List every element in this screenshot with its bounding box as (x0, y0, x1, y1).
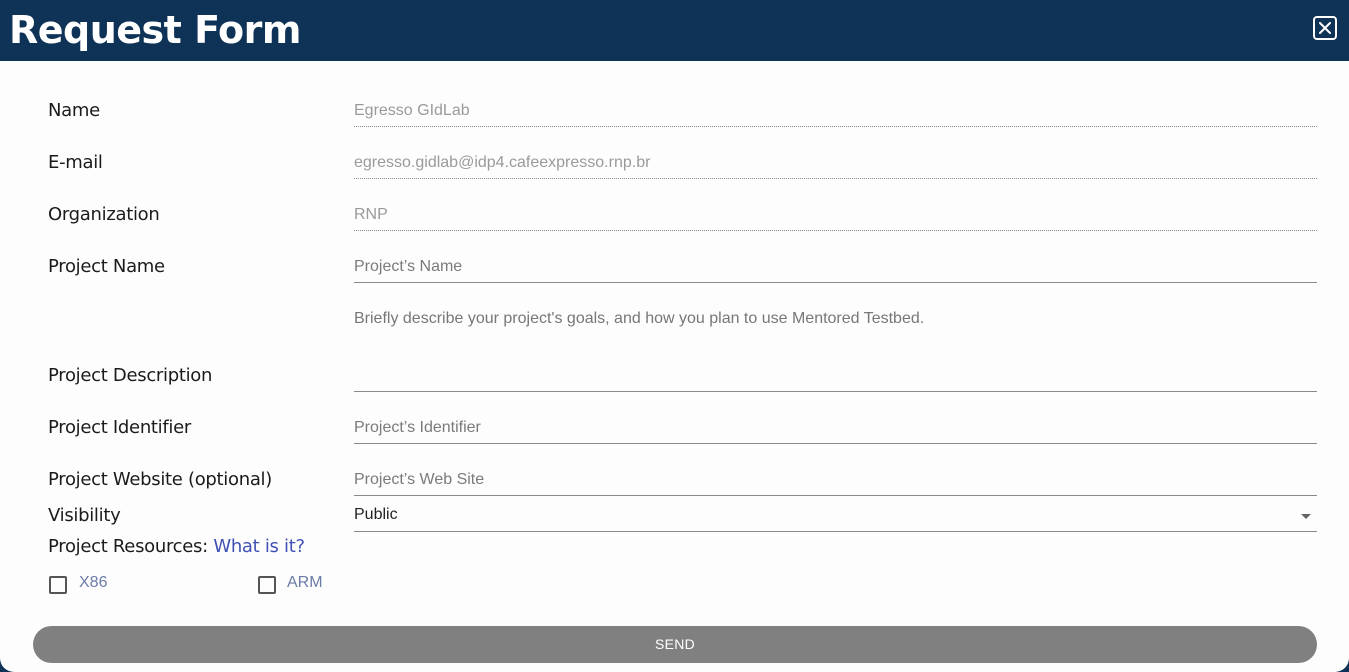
project-description-hint: Briefly describe your project's goals, a… (354, 310, 925, 327)
project-name-underline (354, 282, 1317, 283)
project-identifier-underline (354, 443, 1317, 444)
checkbox-x86-box[interactable] (49, 576, 67, 594)
project-identifier-input[interactable] (354, 417, 1317, 439)
organization-input[interactable] (354, 204, 1317, 226)
project-resources-text: Project Resources: (48, 536, 208, 557)
organization-field-wrap (354, 204, 1317, 231)
project-description-label: Project Description (48, 365, 213, 386)
checkbox-arm-label: ARM (287, 574, 323, 591)
name-field-wrap (354, 100, 1317, 127)
project-website-label: Project Website (optional) (48, 469, 272, 490)
visibility-label: Visibility (48, 505, 121, 526)
project-name-field-wrap (354, 256, 1317, 283)
organization-label: Organization (48, 204, 160, 225)
email-input[interactable] (354, 152, 1317, 174)
email-underline (354, 178, 1317, 179)
visibility-value: Public (354, 506, 398, 523)
send-button[interactable]: SEND (33, 626, 1317, 663)
project-website-underline (354, 495, 1317, 496)
organization-underline (354, 230, 1317, 231)
request-form-dialog: Request Form Name E-mail Organization Pr… (0, 0, 1349, 672)
project-website-field-wrap (354, 469, 1317, 496)
project-identifier-field-wrap (354, 417, 1317, 444)
project-resources-label: Project Resources: What is it? (48, 536, 305, 557)
close-icon (1319, 22, 1331, 34)
project-identifier-label: Project Identifier (48, 417, 191, 438)
visibility-select[interactable]: Public (354, 506, 1317, 532)
visibility-underline (354, 531, 1317, 532)
checkbox-arm-box[interactable] (258, 576, 276, 594)
name-input[interactable] (354, 100, 1317, 122)
dialog-title: Request Form (9, 8, 301, 52)
project-name-label: Project Name (48, 256, 165, 277)
project-website-input[interactable] (354, 469, 1317, 491)
what-is-it-link[interactable]: What is it? (213, 536, 305, 557)
name-label: Name (48, 100, 100, 121)
project-description-underline (354, 391, 1317, 392)
form-body: Name E-mail Organization Project Name Br… (0, 61, 1349, 672)
close-button[interactable] (1313, 16, 1337, 40)
project-name-input[interactable] (354, 256, 1317, 278)
email-field-wrap (354, 152, 1317, 179)
project-description-field[interactable] (354, 338, 1317, 392)
name-underline (354, 126, 1317, 127)
checkbox-x86-label: X86 (79, 574, 108, 591)
dialog-header: Request Form (0, 0, 1349, 61)
email-label: E-mail (48, 152, 103, 173)
caret-down-icon (1301, 514, 1311, 519)
